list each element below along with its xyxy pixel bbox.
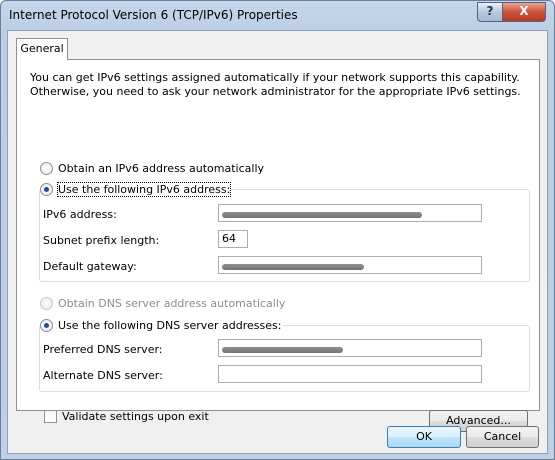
ipv6-address-label: IPv6 address: (43, 208, 117, 221)
general-tab-panel: You can get IPv6 settings assigned autom… (16, 59, 540, 432)
radio-selected-icon (40, 319, 53, 332)
window-title: Internet Protocol Version 6 (TCP/IPv6) P… (9, 8, 298, 22)
radio-icon (40, 162, 53, 175)
preferred-dns-input[interactable] (218, 339, 482, 357)
obtain-ipv6-auto-label: Obtain an IPv6 address automatically (58, 162, 265, 175)
redacted-value (222, 212, 422, 218)
default-gateway-label: Default gateway: (43, 260, 137, 273)
subnet-prefix-label: Subnet prefix length: (43, 234, 160, 247)
use-following-dns-label: Use the following DNS server addresses: (58, 319, 282, 332)
use-following-ipv6-label: Use the following IPv6 address: (56, 182, 232, 197)
use-following-ipv6-radio[interactable]: Use the following IPv6 address: (40, 182, 233, 197)
radio-disabled-icon (40, 297, 53, 310)
subnet-prefix-input[interactable]: 64 (218, 230, 248, 248)
redacted-value (222, 347, 343, 353)
dialog-client-area: General You can get IPv6 settings assign… (7, 30, 548, 454)
description-text: You can get IPv6 settings assigned autom… (30, 71, 521, 98)
alternate-dns-label: Alternate DNS server: (43, 369, 163, 382)
properties-dialog: Internet Protocol Version 6 (TCP/IPv6) P… (0, 0, 555, 460)
ipv6-address-input[interactable] (218, 204, 482, 222)
validate-settings-checkbox[interactable]: Validate settings upon exit (44, 410, 209, 423)
ok-button[interactable]: OK (387, 426, 461, 448)
obtain-dns-auto-radio[interactable]: Obtain DNS server address automatically (40, 297, 285, 310)
validate-settings-label: Validate settings upon exit (62, 410, 209, 423)
radio-selected-icon (40, 183, 53, 196)
cancel-button[interactable]: Cancel (466, 426, 539, 448)
preferred-dns-label: Preferred DNS server: (43, 343, 163, 356)
checkbox-icon (44, 410, 57, 423)
default-gateway-input[interactable] (218, 256, 482, 274)
tab-general[interactable]: General (16, 38, 68, 60)
obtain-ipv6-auto-radio[interactable]: Obtain an IPv6 address automatically (40, 162, 264, 175)
obtain-dns-auto-label: Obtain DNS server address automatically (58, 297, 286, 310)
redacted-value (222, 264, 364, 270)
title-bar: Internet Protocol Version 6 (TCP/IPv6) P… (1, 1, 554, 29)
alternate-dns-input[interactable] (218, 365, 482, 383)
help-button[interactable]: ? (477, 2, 503, 22)
close-button[interactable]: X (502, 2, 546, 22)
use-following-dns-radio[interactable]: Use the following DNS server addresses: (40, 319, 284, 332)
